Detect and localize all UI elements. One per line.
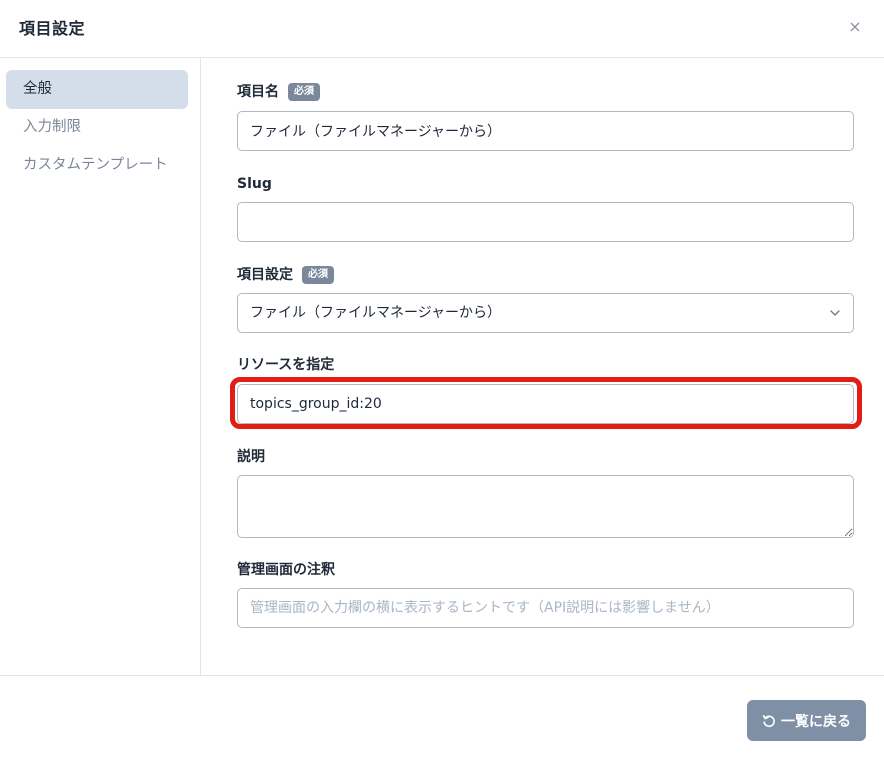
item-setting-label-text: 項目設定: [237, 267, 293, 283]
modal-title: 項目設定: [19, 19, 86, 38]
resource-input[interactable]: [237, 384, 854, 424]
item-setting-select[interactable]: ファイル（ファイルマネージャーから）: [237, 293, 854, 333]
resource-label-text: リソースを指定: [237, 357, 335, 373]
back-to-list-label: 一覧に戻る: [781, 713, 851, 730]
modal-footer: 一覧に戻る: [0, 675, 884, 758]
item-setting-label: 項目設定 必須: [237, 264, 334, 286]
resource-label: リソースを指定: [237, 354, 334, 376]
item-name-label-text: 項目名: [237, 84, 279, 100]
chevron-down-icon: [830, 310, 840, 316]
description-label: 説明: [237, 446, 265, 468]
slug-label-text: Slug: [237, 176, 272, 192]
item-settings-modal: 項目設定 × 全般 入力制限 カスタムテンプレート 項目名 必須 Slug 項目…: [0, 0, 884, 758]
admin-note-label-text: 管理画面の注釈: [237, 562, 335, 578]
sidebar-item-custom-template[interactable]: カスタムテンプレート: [6, 146, 188, 185]
modal-header: 項目設定 ×: [0, 0, 884, 58]
undo-icon: [762, 714, 775, 727]
item-name-label: 項目名 必須: [237, 81, 320, 103]
admin-note-label: 管理画面の注釈: [237, 559, 335, 581]
back-to-list-button[interactable]: 一覧に戻る: [747, 700, 866, 741]
slug-input[interactable]: [237, 202, 854, 242]
admin-note-input[interactable]: [237, 588, 854, 628]
item-setting-selected-value: ファイル（ファイルマネージャーから）: [250, 305, 502, 321]
item-name-input[interactable]: [237, 111, 854, 151]
required-badge: 必須: [302, 266, 334, 284]
settings-sidebar: 全般 入力制限 カスタムテンプレート: [0, 58, 201, 675]
sidebar-item-input-restriction[interactable]: 入力制限: [6, 108, 188, 147]
description-label-text: 説明: [237, 449, 265, 465]
slug-label: Slug: [237, 173, 272, 195]
close-icon[interactable]: ×: [846, 17, 864, 37]
settings-form: 項目名 必須 Slug 項目設定 必須 ファイル（ファイルマネージャーから） リ…: [201, 58, 884, 675]
sidebar-item-general[interactable]: 全般: [6, 70, 188, 109]
required-badge: 必須: [288, 83, 320, 101]
description-textarea[interactable]: [237, 475, 854, 538]
